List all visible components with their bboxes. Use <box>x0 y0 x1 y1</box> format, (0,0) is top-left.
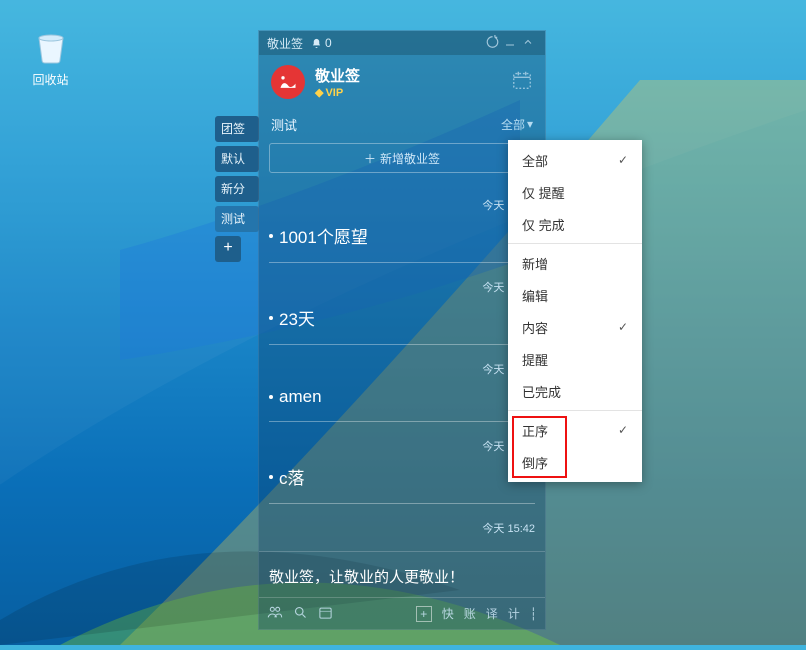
menu-separator <box>508 243 642 244</box>
app-window: 敬业签 0 敬业签 ◆ VIP 测试 <box>258 30 546 630</box>
filter-menu: 全部✓ 仅 提醒 仅 完成 新增 编辑 内容✓ 提醒 已完成 正序✓ 倒序 <box>508 140 642 482</box>
chevron-down-icon: ▾ <box>527 117 533 131</box>
menu-item[interactable]: 仅 完成 <box>508 208 642 240</box>
note-timestamp: 今天 15:42 <box>269 361 535 377</box>
recycle-bin-icon <box>28 23 74 69</box>
current-category[interactable]: 测试 <box>271 115 297 134</box>
menu-item[interactable]: 新增 <box>508 247 642 279</box>
notes-list: 今天 15:42 1001个愿望 今天 15:42 23天 今天 15:42 a… <box>259 181 545 551</box>
menu-item-asc[interactable]: 正序✓ <box>508 414 642 446</box>
side-tab[interactable]: 新分 <box>215 176 259 202</box>
note-item[interactable]: 今天 15:42 23天 <box>269 263 535 345</box>
menu-item[interactable]: 内容✓ <box>508 311 642 343</box>
side-tab[interactable]: 团签 <box>215 116 259 142</box>
more-icon[interactable]: ┆ <box>530 607 537 621</box>
search-icon[interactable] <box>293 605 308 623</box>
add-square-button[interactable]: + <box>416 606 432 622</box>
note-item[interactable]: 今天 15:42 1001个愿望 <box>269 181 535 263</box>
calendar-small-icon[interactable] <box>318 605 333 623</box>
note-title: c落 <box>279 464 305 489</box>
menu-item[interactable]: 仅 提醒 <box>508 176 642 208</box>
notification-bell[interactable]: 0 <box>311 36 332 50</box>
app-header: 敬业签 ◆ VIP <box>259 55 545 109</box>
check-icon: ✓ <box>618 320 628 334</box>
minimize-icon[interactable] <box>501 36 519 51</box>
side-tab[interactable]: 默认 <box>215 146 259 172</box>
plus-icon: ＋ <box>364 150 376 167</box>
add-note-input[interactable]: ＋ 新增敬业签 <box>269 143 535 173</box>
promo-text: 敬业签，让敬业的人更敬业！ <box>259 551 545 597</box>
vip-badge: ◆ VIP <box>315 86 360 99</box>
note-timestamp: 今天 15:42 <box>269 197 535 213</box>
calendar-button[interactable] <box>511 69 533 96</box>
quick-btn-2[interactable]: 账 <box>464 605 476 622</box>
bottom-toolbar: + 快 账 译 计 ┆ <box>259 597 545 629</box>
side-tab-add[interactable]: + <box>215 236 241 262</box>
note-item[interactable]: 今天 15:42 amen <box>269 345 535 422</box>
window-titlebar: 敬业签 0 <box>259 31 545 55</box>
bullet-icon <box>269 234 273 238</box>
sync-icon[interactable] <box>483 35 501 52</box>
contacts-icon[interactable] <box>267 604 283 623</box>
menu-item-desc[interactable]: 倒序 <box>508 446 642 478</box>
recycle-bin-label: 回收站 <box>23 71 78 88</box>
app-logo <box>271 65 305 99</box>
note-timestamp: 今天 15:42 <box>269 279 535 295</box>
filter-dropdown[interactable]: 全部 ▾ <box>501 116 533 133</box>
category-row: 测试 全部 ▾ <box>259 109 545 139</box>
category-side-tabs: 团签 默认 新分 测试 + <box>215 116 259 262</box>
menu-item[interactable]: 已完成 <box>508 375 642 407</box>
menu-separator <box>508 410 642 411</box>
note-item[interactable]: 今天 15:42 安卓敬业签 <box>269 504 535 551</box>
quick-btn-3[interactable]: 译 <box>486 605 498 622</box>
recycle-bin[interactable]: 回收站 <box>23 23 78 88</box>
note-title: 1001个愿望 <box>279 223 368 248</box>
bullet-icon <box>269 316 273 320</box>
quick-btn-1[interactable]: 快 <box>442 605 454 622</box>
check-icon: ✓ <box>618 153 628 167</box>
collapse-icon[interactable] <box>519 36 537 51</box>
bullet-icon <box>269 475 273 479</box>
check-icon: ✓ <box>618 423 628 437</box>
quick-btn-4[interactable]: 计 <box>508 605 520 622</box>
note-item[interactable]: 今天 15:42 c落 <box>269 422 535 504</box>
side-tab[interactable]: 测试 <box>215 206 259 232</box>
diamond-icon: ◆ <box>315 86 323 99</box>
note-timestamp: 今天 15:42 <box>269 438 535 454</box>
bullet-icon <box>269 395 273 399</box>
note-title: 23天 <box>279 305 315 330</box>
menu-item[interactable]: 编辑 <box>508 279 642 311</box>
note-title: amen <box>279 387 322 407</box>
note-timestamp: 今天 15:42 <box>269 520 535 536</box>
menu-item[interactable]: 全部✓ <box>508 144 642 176</box>
window-title: 敬业签 <box>267 35 303 52</box>
bell-icon <box>311 38 322 49</box>
app-name: 敬业签 <box>315 65 360 86</box>
menu-item[interactable]: 提醒 <box>508 343 642 375</box>
